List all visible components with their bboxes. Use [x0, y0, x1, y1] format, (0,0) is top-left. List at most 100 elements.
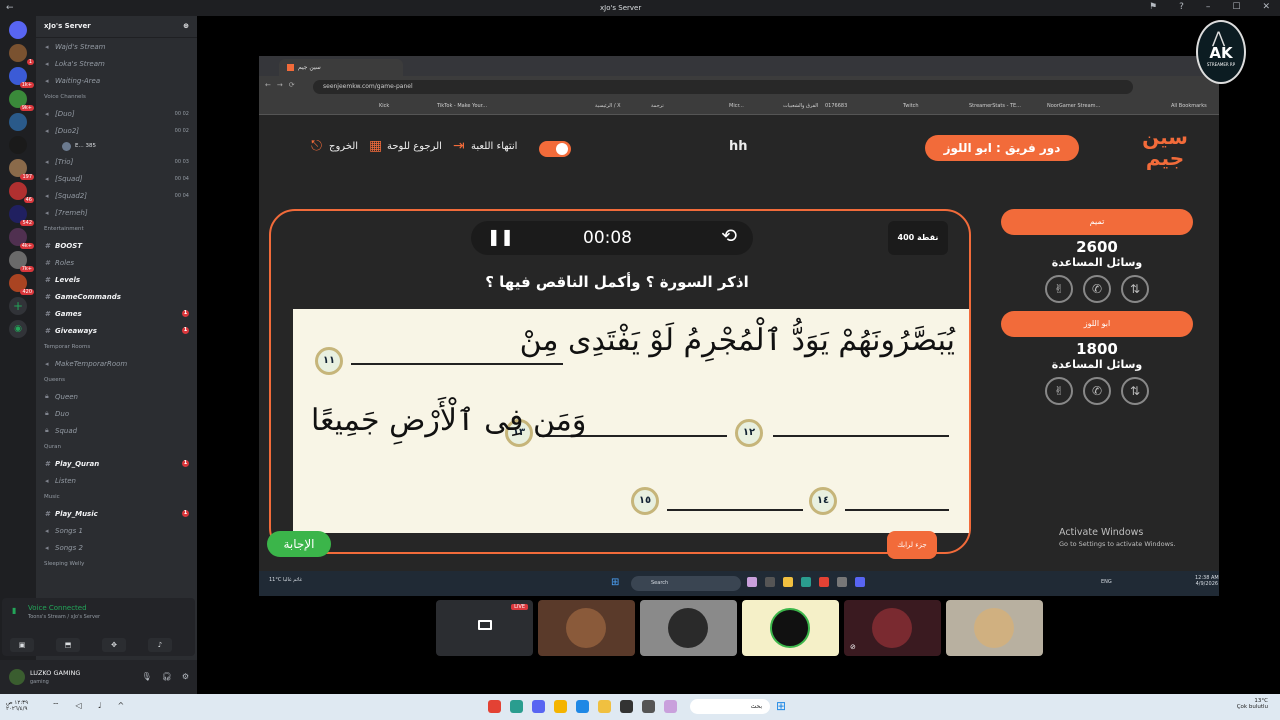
- swap-icon[interactable]: ⇅: [1121, 377, 1149, 405]
- channel-text[interactable]: # Games 1: [36, 305, 197, 322]
- add-server-icon[interactable]: +: [9, 297, 27, 315]
- channel-voice[interactable]: ◂ Waiting-Area: [36, 72, 197, 89]
- channel-voice-locked[interactable]: 🔒︎ Squad: [36, 422, 197, 439]
- bookmark[interactable]: TikTok - Make Your...: [437, 103, 487, 109]
- server-icon[interactable]: 9k+: [9, 90, 34, 111]
- microphone-icon[interactable]: ♩: [98, 701, 102, 711]
- edge-icon[interactable]: [510, 700, 523, 713]
- language-indicator[interactable]: ENG: [1101, 579, 1112, 585]
- participant-tile[interactable]: [742, 600, 839, 656]
- bookmark[interactable]: Kick: [379, 103, 389, 109]
- site-logo[interactable]: سين جيم: [1137, 127, 1193, 173]
- server-icon[interactable]: 46: [9, 182, 34, 203]
- channel-text[interactable]: # BOOST: [36, 237, 197, 254]
- channel-voice[interactable]: ◂ [7remeh]: [36, 204, 197, 221]
- hand-icon[interactable]: ✌: [1045, 275, 1073, 303]
- network-icon[interactable]: ⌔: [52, 701, 60, 711]
- host-search[interactable]: بحث: [690, 699, 770, 714]
- exit-button[interactable]: ⎋ الخروج: [311, 139, 358, 153]
- phone-icon[interactable]: ✆: [1083, 377, 1111, 405]
- app-icon[interactable]: [620, 700, 633, 713]
- channel-voice[interactable]: ◂ Songs 2: [36, 539, 197, 556]
- server-icon[interactable]: 1: [9, 44, 34, 65]
- nav-arrows-icon[interactable]: ←→⟳: [265, 81, 301, 89]
- phone-icon[interactable]: ✆: [1083, 275, 1111, 303]
- voice-status[interactable]: Voice Connected: [28, 604, 87, 612]
- browser-tab[interactable]: سين جيم: [279, 59, 403, 76]
- hand-icon[interactable]: ✌: [1045, 377, 1073, 405]
- category-temp[interactable]: Temporar Rooms: [36, 339, 197, 355]
- category-entertainment[interactable]: Entertainment: [36, 221, 197, 237]
- channel-text[interactable]: # Roles: [36, 254, 197, 271]
- server-header[interactable]: xJo's Server ⊕: [36, 16, 197, 38]
- host-weather[interactable]: 13°C Çok bulutlu: [1237, 698, 1268, 710]
- swap-icon[interactable]: ⇅: [1121, 275, 1149, 303]
- app-icon[interactable]: [747, 577, 757, 587]
- folder-icon[interactable]: [598, 700, 611, 713]
- channel-voice[interactable]: ◂ [Duo2] 00 02: [36, 122, 197, 139]
- volume-icon[interactable]: ◁: [76, 701, 82, 711]
- pause-icon[interactable]: ❚❚: [487, 227, 514, 246]
- server-icon[interactable]: 197: [9, 159, 34, 180]
- discord-icon[interactable]: [532, 700, 545, 713]
- channel-voice-locked[interactable]: 🔒︎ Queen: [36, 388, 197, 405]
- end-game-toggle[interactable]: [539, 141, 571, 157]
- bookmark[interactable]: NoorGamer Stream...: [1047, 103, 1100, 109]
- server-icon[interactable]: 7k+: [9, 251, 34, 272]
- maximize-button[interactable]: ☐: [1232, 2, 1240, 12]
- channel-text[interactable]: # GameCommands: [36, 288, 197, 305]
- participant-tile[interactable]: ⊘: [844, 600, 941, 656]
- bookmark[interactable]: ترجمة: [651, 103, 664, 109]
- headphones-icon[interactable]: 🎧︎: [162, 672, 172, 681]
- discord-icon[interactable]: [855, 577, 865, 587]
- voice-user[interactable]: E... 385: [36, 139, 197, 153]
- bookmark[interactable]: 0176683: [825, 103, 847, 109]
- screenshare-button[interactable]: ⬒: [56, 638, 80, 652]
- app-icon[interactable]: [576, 700, 589, 713]
- bookmark[interactable]: Micr...: [729, 103, 744, 109]
- folder-icon[interactable]: [783, 577, 793, 587]
- bookmark[interactable]: StreamerStats - TE...: [969, 103, 1021, 109]
- host-clock[interactable]: ١٢:٣٩ ص ٢٠٢٦/٤/٩: [6, 700, 28, 712]
- channel-voice[interactable]: ◂ [Trio] 00 03: [36, 153, 197, 170]
- app-icon[interactable]: [765, 577, 775, 587]
- joker-button[interactable]: جزء لرابك: [887, 531, 937, 559]
- windows-start-icon[interactable]: ⊞: [611, 577, 619, 588]
- minimize-button[interactable]: –: [1206, 2, 1211, 12]
- edge-icon[interactable]: [801, 577, 811, 587]
- inbox-icon[interactable]: ⚑: [1149, 2, 1157, 12]
- taskbar-search[interactable]: Search: [631, 576, 741, 591]
- server-icon[interactable]: 542: [9, 205, 34, 226]
- windows-start-icon[interactable]: ⊞: [776, 699, 786, 713]
- server-icon[interactable]: [9, 136, 27, 154]
- reset-timer-icon[interactable]: ⟲: [721, 225, 737, 247]
- channel-voice[interactable]: ◂ [Squad] 00 04: [36, 170, 197, 187]
- back-arrow-icon[interactable]: ←: [6, 3, 14, 13]
- discover-icon[interactable]: ◉: [9, 320, 27, 338]
- chrome-icon[interactable]: [819, 577, 829, 587]
- category-music[interactable]: Music: [36, 489, 197, 505]
- chrome-icon[interactable]: [554, 700, 567, 713]
- category-quran[interactable]: Quran: [36, 439, 197, 455]
- channel-voice[interactable]: ◂ Listen: [36, 472, 197, 489]
- channel-text[interactable]: # Play_Quran 1: [36, 455, 197, 472]
- category-voice[interactable]: Voice Channels: [36, 89, 197, 105]
- channel-text[interactable]: # Giveaways 1: [36, 322, 197, 339]
- server-icon[interactable]: 1k+: [9, 67, 34, 88]
- bookmark[interactable]: الفرق والشعبيات: [783, 103, 818, 109]
- discord-home-icon[interactable]: [9, 21, 27, 39]
- avatar[interactable]: [9, 669, 25, 685]
- chevron-up-icon[interactable]: ^: [117, 701, 124, 711]
- participant-tile[interactable]: LIVE: [436, 600, 533, 656]
- participant-tile[interactable]: [538, 600, 635, 656]
- bookmark[interactable]: All Bookmarks: [1171, 103, 1207, 109]
- help-icon[interactable]: ?: [1179, 2, 1184, 12]
- taskbar-clock[interactable]: 12:38 AM 4/9/2026: [1195, 575, 1219, 587]
- app-icon[interactable]: [664, 700, 677, 713]
- app-icon[interactable]: [837, 577, 847, 587]
- weather-widget[interactable]: 11°C غائم غالبا: [269, 577, 302, 583]
- bookmark[interactable]: الرئيسية / X: [595, 103, 621, 109]
- invite-icon[interactable]: ⊕: [183, 22, 189, 31]
- channel-voice[interactable]: ◂ [Squad2] 00 04: [36, 187, 197, 204]
- app-icon[interactable]: [488, 700, 501, 713]
